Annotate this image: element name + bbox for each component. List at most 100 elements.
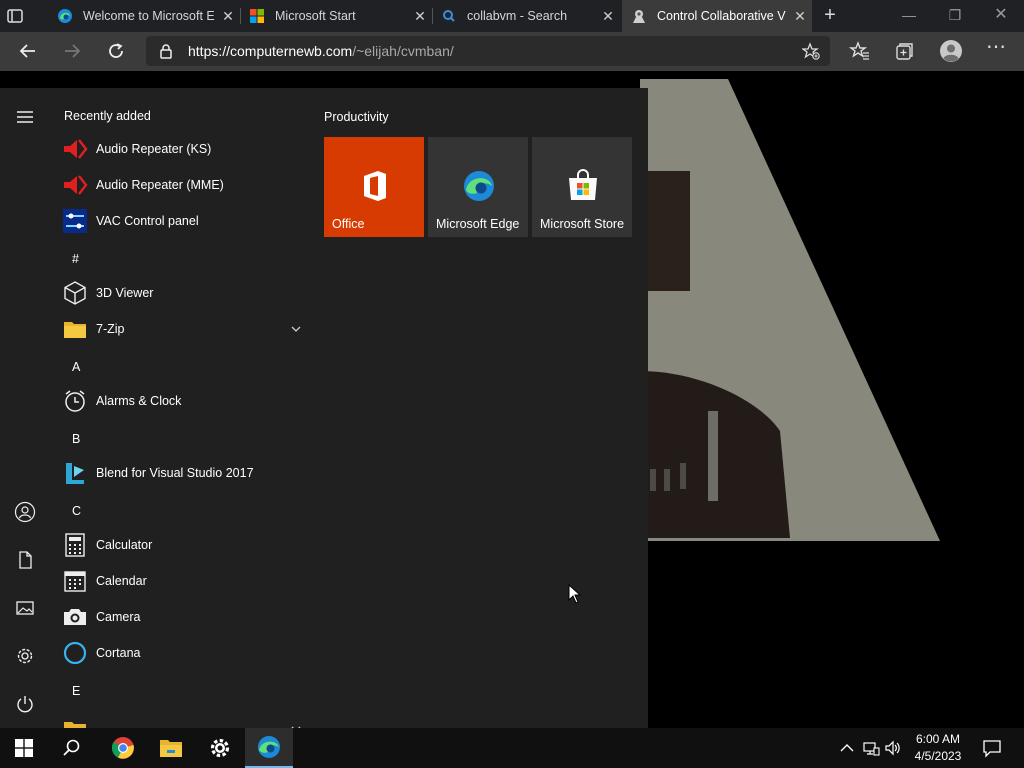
vac-control-icon bbox=[63, 209, 87, 233]
collabvm-icon bbox=[633, 10, 645, 23]
app-label: Camera bbox=[96, 610, 141, 624]
user-account-icon[interactable] bbox=[14, 501, 36, 523]
tab-title: Control Collaborative V bbox=[657, 9, 786, 23]
app-blend-visual-studio[interactable]: Blend for Visual Studio 2017 bbox=[62, 455, 302, 491]
letter-header[interactable]: # bbox=[72, 252, 79, 266]
clock-date: 4/5/2023 bbox=[914, 749, 962, 763]
minimize-button[interactable]: — bbox=[886, 0, 932, 32]
collections-icon[interactable] bbox=[893, 40, 915, 62]
app-alarms-clock[interactable]: Alarms & Clock bbox=[62, 383, 302, 419]
tile-label: Microsoft Edge bbox=[436, 217, 520, 231]
windows-logo-icon bbox=[15, 739, 33, 757]
new-tab-button[interactable]: + bbox=[818, 4, 842, 28]
audio-repeater-icon bbox=[64, 139, 88, 159]
back-icon[interactable] bbox=[17, 40, 39, 62]
app-audio-repeater-ks[interactable]: Audio Repeater (KS) bbox=[62, 131, 302, 167]
tab-collabvm-search[interactable]: collabvm - Search ✕ bbox=[432, 0, 620, 32]
app-camera[interactable]: Camera bbox=[62, 599, 302, 635]
chrome-icon bbox=[111, 737, 134, 759]
forward-icon[interactable] bbox=[61, 40, 83, 62]
tab-title: Welcome to Microsoft E bbox=[83, 9, 215, 23]
app-label: Blend for Visual Studio 2017 bbox=[96, 466, 254, 480]
app-label: Alarms & Clock bbox=[96, 394, 182, 408]
pictures-icon[interactable] bbox=[14, 597, 36, 619]
network-icon[interactable] bbox=[862, 739, 880, 757]
search-icon bbox=[63, 739, 80, 756]
3d-viewer-icon bbox=[64, 281, 86, 305]
app-audio-repeater-mme[interactable]: Audio Repeater (MME) bbox=[62, 167, 302, 203]
screen: Welcome to Microsoft E ✕ Microsoft Start… bbox=[0, 0, 1024, 768]
calendar-icon bbox=[64, 571, 86, 592]
calculator-icon bbox=[65, 533, 85, 557]
restore-button[interactable]: ❐ bbox=[932, 0, 978, 32]
power-icon[interactable] bbox=[14, 693, 36, 715]
mouse-cursor-icon bbox=[568, 584, 582, 604]
app-label: 3D Viewer bbox=[96, 286, 154, 300]
settings-icon[interactable] bbox=[14, 645, 36, 667]
hamburger-menu-icon[interactable] bbox=[14, 106, 36, 128]
clock[interactable]: 6:00 AM 4/5/2023 bbox=[906, 731, 970, 765]
office-icon bbox=[364, 171, 386, 201]
refresh-icon[interactable] bbox=[105, 40, 127, 62]
taskbar: 6:00 AM 4/5/2023 bbox=[0, 728, 1024, 768]
app-label: Calculator bbox=[96, 538, 153, 552]
taskbar-settings[interactable] bbox=[196, 728, 244, 768]
favorites-icon[interactable] bbox=[849, 40, 871, 62]
taskbar-chrome[interactable] bbox=[99, 728, 147, 768]
start-button[interactable] bbox=[0, 728, 48, 768]
tile-microsoft-edge[interactable]: Microsoft Edge bbox=[428, 137, 528, 237]
alarm-clock-icon bbox=[65, 390, 85, 412]
tile-office[interactable]: Office bbox=[324, 137, 424, 237]
app-label: Audio Repeater (KS) bbox=[96, 142, 212, 156]
tab-control-collaborative[interactable]: Control Collaborative V ✕ bbox=[622, 0, 812, 32]
app-3d-viewer[interactable]: 3D Viewer bbox=[62, 275, 302, 311]
tab-title: collabvm - Search bbox=[467, 9, 568, 23]
letter-header[interactable]: C bbox=[72, 504, 81, 518]
letter-header[interactable]: A bbox=[72, 360, 80, 374]
tiles-area: Productivity Office Microsoft Edge Micro… bbox=[312, 88, 648, 388]
app-vac-control-panel[interactable]: VAC Control panel bbox=[62, 203, 302, 239]
notifications-icon[interactable] bbox=[982, 738, 1002, 758]
browser-tab-bar: Welcome to Microsoft E ✕ Microsoft Start… bbox=[0, 0, 1024, 32]
app-cortana[interactable]: Cortana bbox=[62, 635, 302, 671]
tile-microsoft-store[interactable]: Microsoft Store bbox=[532, 137, 632, 237]
app-label: Cortana bbox=[96, 646, 141, 660]
folder-icon bbox=[64, 722, 86, 728]
tile-group-header[interactable]: Productivity bbox=[324, 110, 389, 124]
close-tab-icon[interactable]: ✕ bbox=[408, 8, 432, 25]
app-partially-visible[interactable] bbox=[62, 707, 302, 728]
blend-icon bbox=[66, 463, 84, 484]
letter-header[interactable]: B bbox=[72, 432, 80, 446]
taskbar-edge[interactable] bbox=[245, 728, 293, 768]
letter-header[interactable]: E bbox=[72, 684, 80, 698]
app-calendar[interactable]: Calendar bbox=[62, 563, 302, 599]
documents-icon[interactable] bbox=[14, 549, 36, 571]
tab-microsoft-start[interactable]: Microsoft Start ✕ bbox=[240, 0, 432, 32]
app-7-zip[interactable]: 7-Zip bbox=[62, 311, 302, 347]
address-bar[interactable]: https://computernewb.com/~elijah/cvmban/ bbox=[146, 36, 830, 66]
camera-icon bbox=[64, 609, 86, 625]
close-tab-icon[interactable]: ✕ bbox=[216, 8, 240, 25]
tab-welcome[interactable]: Welcome to Microsoft E ✕ bbox=[48, 0, 240, 32]
chevron-down-icon[interactable] bbox=[290, 323, 302, 335]
close-tab-icon[interactable]: ✕ bbox=[788, 8, 812, 25]
edge-icon bbox=[258, 736, 280, 758]
volume-icon[interactable] bbox=[884, 739, 902, 757]
close-window-button[interactable]: ✕ bbox=[978, 0, 1024, 32]
tab-title: Microsoft Start bbox=[275, 9, 356, 23]
more-options-icon[interactable]: ⋯ bbox=[985, 37, 1007, 59]
add-favorite-icon[interactable] bbox=[802, 42, 820, 60]
clock-time: 6:00 AM bbox=[915, 732, 961, 746]
tab-actions-icon[interactable] bbox=[6, 7, 24, 25]
lock-icon[interactable] bbox=[158, 43, 174, 59]
cortana-icon bbox=[63, 641, 87, 665]
profile-avatar[interactable] bbox=[939, 39, 963, 63]
folder-icon bbox=[64, 322, 86, 338]
taskbar-search-button[interactable] bbox=[48, 728, 96, 768]
start-rail bbox=[0, 88, 50, 728]
close-tab-icon[interactable]: ✕ bbox=[596, 8, 620, 25]
show-hidden-icons-icon[interactable] bbox=[838, 739, 856, 757]
store-icon bbox=[569, 169, 597, 200]
app-calculator[interactable]: Calculator bbox=[62, 527, 302, 563]
taskbar-file-explorer[interactable] bbox=[147, 728, 195, 768]
